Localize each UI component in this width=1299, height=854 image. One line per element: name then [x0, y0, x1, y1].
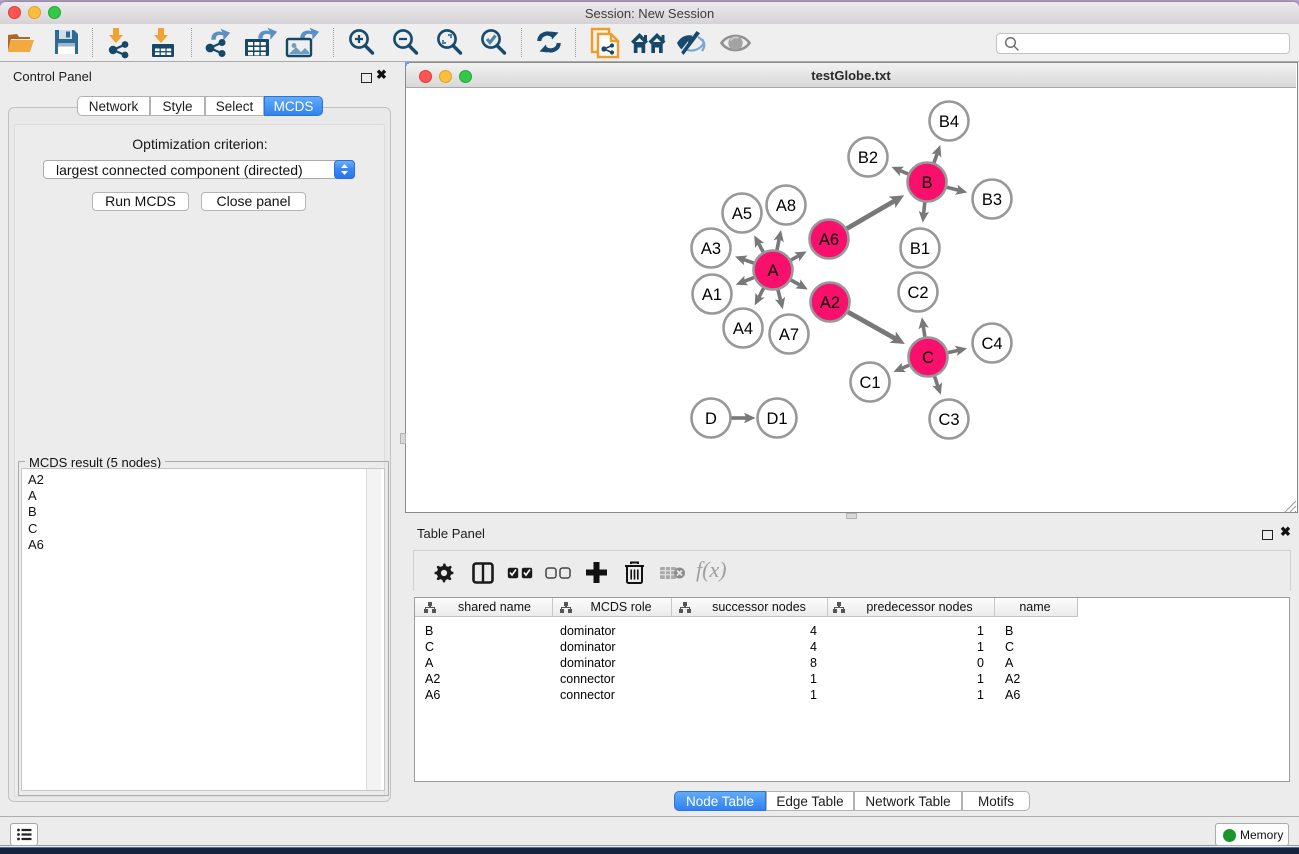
svg-text:D1: D1	[766, 410, 787, 428]
svg-text:D: D	[705, 410, 717, 428]
svg-text:B4: B4	[939, 113, 959, 131]
svg-text:C1: C1	[859, 374, 880, 392]
svg-text:A5: A5	[732, 205, 752, 223]
svg-text:A6: A6	[819, 231, 839, 249]
svg-text:A8: A8	[776, 197, 796, 215]
svg-text:C: C	[922, 349, 934, 367]
svg-text:C3: C3	[938, 411, 959, 429]
svg-text:C4: C4	[981, 335, 1002, 353]
svg-text:B3: B3	[982, 191, 1002, 209]
svg-text:A7: A7	[779, 326, 799, 344]
svg-text:C2: C2	[907, 284, 928, 302]
svg-text:B1: B1	[910, 240, 930, 258]
svg-text:A4: A4	[733, 320, 753, 338]
svg-text:B2: B2	[858, 149, 878, 167]
svg-text:A: A	[767, 262, 778, 280]
svg-text:A3: A3	[701, 240, 721, 258]
svg-text:A1: A1	[702, 286, 722, 304]
svg-text:A2: A2	[820, 294, 840, 312]
svg-text:B: B	[921, 174, 932, 192]
